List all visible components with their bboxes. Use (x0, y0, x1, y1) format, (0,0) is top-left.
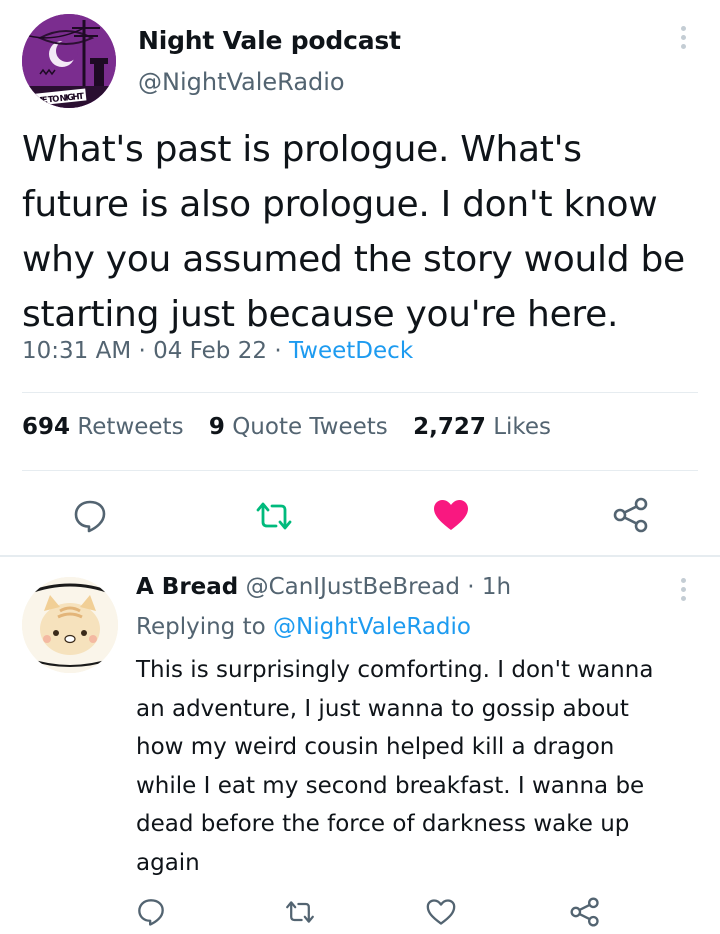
reply-author-handle[interactable]: @CanIJustBeBread (246, 574, 460, 600)
divider (22, 470, 698, 471)
reply-text: This is surprisingly comforting. I don't… (136, 651, 706, 882)
reply-share-button[interactable] (569, 897, 601, 931)
vertical-ellipsis-icon[interactable] (676, 26, 690, 56)
share-icon (613, 497, 648, 533)
tweet-meta: 10:31 AM · 04 Feb 22 · TweetDeck (22, 338, 413, 364)
reply-header: A Bread @CanIJustBeBread · 1h (136, 574, 511, 600)
quote-tweets-label: Quote Tweets (232, 414, 388, 440)
likes-stat[interactable]: 2,727 Likes (413, 414, 551, 440)
reply-text-line: dead before the force of darkness wake u… (136, 811, 630, 837)
replying-to: Replying to @NightValeRadio (136, 614, 471, 640)
speech-bubble-icon (138, 899, 164, 926)
bread-avatar[interactable] (22, 577, 118, 673)
tweet-source[interactable]: TweetDeck (289, 338, 413, 364)
tweet-stats: 694 Retweets 9 Quote Tweets 2,727 Likes (22, 414, 569, 440)
like-button[interactable] (432, 498, 470, 536)
retweet-icon (286, 901, 314, 923)
share-button[interactable] (612, 497, 650, 537)
retweets-label: Retweets (77, 414, 184, 440)
tweet-text-line: What's past is prologue. What's (22, 129, 582, 170)
quote-tweets-count: 9 (208, 414, 225, 440)
meta-separator: · (138, 338, 146, 364)
tweet-date[interactable]: 04 Feb 22 (153, 338, 267, 364)
retweets-count: 694 (22, 414, 71, 440)
tweet-text-line: starting just because you're here. (22, 294, 619, 335)
meta-separator: · (467, 574, 475, 600)
meta-separator: · (274, 338, 282, 364)
reply-button[interactable] (72, 498, 108, 538)
night-vale-avatar[interactable]: COME TO NIGHT (22, 14, 116, 108)
tweet-divider (0, 555, 720, 557)
speech-bubble-icon (74, 500, 106, 533)
heart-icon (434, 500, 468, 530)
reply-text-line: This is surprisingly comforting. I don't… (136, 657, 654, 683)
reply-text-line: how my weird cousin helped kill a dragon (136, 734, 615, 760)
reply-retweet-button[interactable] (284, 899, 316, 929)
tweet-time[interactable]: 10:31 AM (22, 338, 131, 364)
likes-count: 2,727 (413, 414, 486, 440)
vertical-ellipsis-icon[interactable] (676, 578, 690, 608)
reply-text-line: again (136, 849, 200, 876)
reply-text-line: an adventure, I just wanna to gossip abo… (136, 695, 629, 722)
reply-time[interactable]: 1h (482, 574, 511, 600)
tweet-text-line: future is also prologue. I don't know (22, 184, 658, 225)
reply-reply-button[interactable] (136, 897, 166, 931)
retweet-icon (256, 502, 292, 530)
replying-to-mention[interactable]: @NightValeRadio (273, 614, 471, 640)
author-handle[interactable]: @NightValeRadio (138, 68, 345, 96)
divider (22, 392, 698, 393)
main-tweet: COME TO NIGHT Night Vale podcast @NightV… (0, 0, 720, 556)
reply-author-name[interactable]: A Bread (136, 574, 238, 600)
reply-text-line: while I eat my second breakfast. I wanna… (136, 772, 645, 799)
tweet-text: What's past is prologue. What's future i… (22, 122, 702, 342)
share-icon (570, 897, 599, 927)
reply-like-button[interactable] (425, 898, 457, 930)
tweet-text-line: why you assumed the story would be (22, 239, 685, 280)
replying-to-label: Replying to (136, 614, 266, 640)
retweets-stat[interactable]: 694 Retweets (22, 414, 191, 440)
retweet-button[interactable] (254, 500, 294, 536)
likes-label: Likes (493, 414, 552, 440)
author-name[interactable]: Night Vale podcast (138, 26, 401, 55)
quote-tweets-stat[interactable]: 9 Quote Tweets (209, 414, 395, 440)
heart-icon (426, 899, 456, 925)
